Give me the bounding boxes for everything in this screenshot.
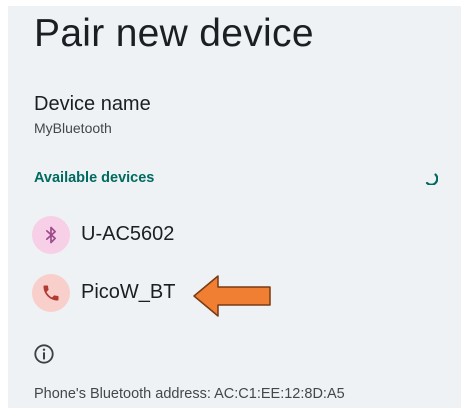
device-item-u-ac5602[interactable]: U-AC5602: [32, 214, 452, 258]
device-item-label: U-AC5602: [81, 223, 175, 245]
phone-icon: [32, 274, 70, 312]
device-name-label: Device name: [34, 93, 151, 115]
pair-new-device-screen: Pair new device Device name MyBluetooth …: [8, 6, 461, 408]
info-icon: [34, 344, 54, 364]
scanning-spinner-icon: [425, 173, 438, 185]
bluetooth-icon: [32, 216, 70, 254]
device-name-value: MyBluetooth: [34, 120, 112, 136]
page-title: Pair new device: [34, 12, 314, 55]
available-devices-header: Available devices: [34, 170, 155, 186]
annotation-arrow-icon: [193, 275, 271, 317]
device-item-label: PicoW_BT: [81, 281, 176, 303]
device-name-setting[interactable]: Device name MyBluetooth: [34, 92, 434, 142]
bluetooth-address: Phone's Bluetooth address: AC:C1:EE:12:8…: [34, 386, 345, 402]
